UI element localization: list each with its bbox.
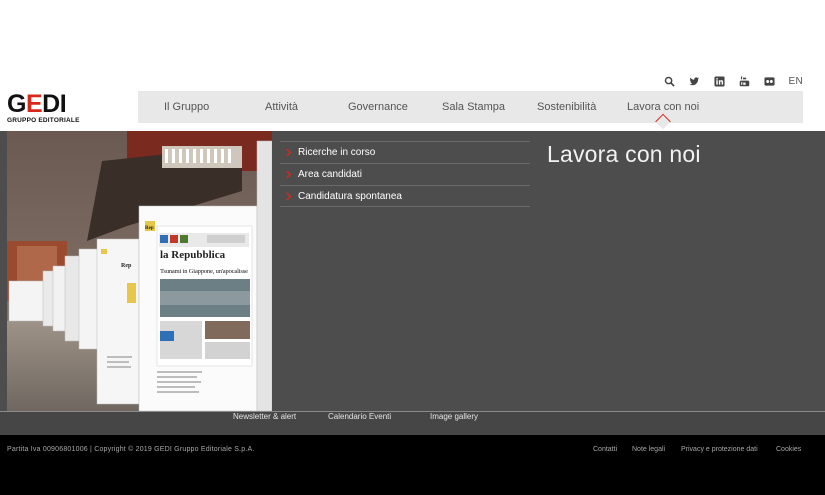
hero-submenu: Ricerche in corso Area candidati Candida…: [280, 141, 530, 207]
gedi-logo[interactable]: GEDI GRUPPO EDITORIALE: [7, 90, 85, 125]
submenu-item-candidatura-spontanea[interactable]: Candidatura spontanea: [280, 185, 530, 207]
nav-item-attivita[interactable]: Attività: [265, 101, 298, 113]
twitter-icon[interactable]: [688, 76, 700, 87]
submenu-label: Ricerche in corso: [298, 147, 376, 158]
linkedin-icon[interactable]: [713, 75, 725, 87]
chevron-right-icon: [286, 170, 292, 179]
newspaper-headline: Tsunami in Giappone, un'apocalisse: [160, 268, 248, 275]
logo-subtitle: GRUPPO EDITORIALE: [7, 117, 80, 124]
submenu-label: Area candidati: [298, 169, 362, 180]
svg-text:Rep: Rep: [145, 226, 154, 231]
submenu-item-area-candidati[interactable]: Area candidati: [280, 163, 530, 185]
chevron-right-icon: [286, 192, 292, 201]
submenu-label: Candidatura spontanea: [298, 190, 402, 202]
logo-mark: GEDI: [7, 90, 67, 118]
bottom-bar: Partita Iva 00906801006 | Copyright © 20…: [0, 435, 825, 495]
legal-link-cookies[interactable]: Cookies: [776, 446, 801, 453]
footer-link-newsletter[interactable]: Newsletter & alert: [233, 412, 296, 421]
hero-photo: Rep Rep la Repubblica Tsunami in Giappon…: [7, 131, 272, 411]
main-nav: Il Gruppo Attività Governance Sala Stamp…: [138, 91, 803, 123]
flickr-icon[interactable]: [763, 76, 775, 87]
nav-item-il-gruppo[interactable]: Il Gruppo: [164, 101, 209, 113]
footer-link-calendario-eventi[interactable]: Calendario Eventi: [328, 412, 391, 421]
legal-link-privacy[interactable]: Privacy e protezione dati: [681, 446, 758, 453]
utility-bar: EN: [664, 72, 804, 90]
search-icon[interactable]: [664, 76, 675, 87]
nav-item-sostenibilita[interactable]: Sostenibilità: [537, 101, 596, 113]
submenu-item-ricerche-in-corso[interactable]: Ricerche in corso: [280, 141, 530, 163]
youtube-icon[interactable]: [739, 76, 750, 87]
hero-section: Rep Rep la Repubblica Tsunami in Giappon…: [0, 131, 825, 411]
chevron-right-icon: [286, 148, 292, 157]
footer-link-image-gallery[interactable]: Image gallery: [430, 412, 478, 421]
legal-link-note-legali[interactable]: Note legali: [632, 446, 665, 453]
copyright-text: Partita Iva 00906801006 | Copyright © 20…: [7, 446, 255, 453]
nav-item-lavora-con-noi[interactable]: Lavora con noi: [627, 101, 699, 113]
newspaper-masthead: la Repubblica: [160, 249, 226, 261]
language-switch[interactable]: EN: [789, 76, 804, 87]
page-title: Lavora con noi: [547, 141, 701, 167]
side-panel-label: Rep: [121, 263, 132, 269]
nav-item-governance[interactable]: Governance: [348, 101, 408, 113]
nav-item-sala-stampa[interactable]: Sala Stampa: [442, 101, 505, 113]
legal-link-contatti[interactable]: Contatti: [593, 446, 617, 453]
footer-links-bar: Newsletter & alert Calendario Eventi Ima…: [0, 411, 825, 435]
